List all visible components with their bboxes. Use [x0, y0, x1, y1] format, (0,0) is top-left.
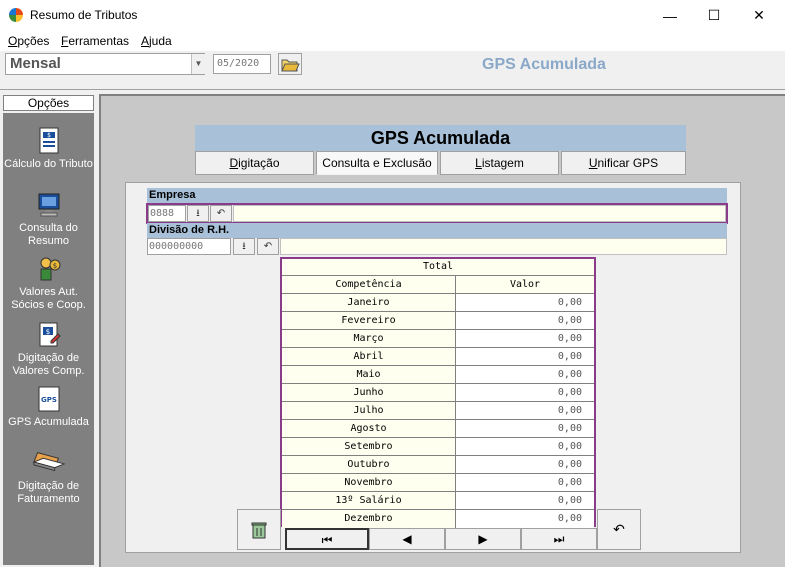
prev-record-button[interactable]: ◀ — [369, 528, 445, 550]
col-competencia-header: Competência — [282, 276, 456, 293]
delete-button[interactable] — [237, 509, 281, 550]
chevron-down-icon[interactable]: ▼ — [191, 54, 205, 74]
undo-button[interactable]: ↶ — [597, 509, 641, 550]
last-record-button[interactable]: ⏭ — [521, 528, 597, 550]
period-date-field[interactable]: 05/2020 — [213, 54, 271, 74]
download-icon: ⭳ — [242, 241, 246, 252]
table-row[interactable]: Novembro 0,00 — [282, 474, 594, 492]
menu-ferramentas[interactable]: Ferramentas — [61, 34, 129, 48]
tab-digitacao[interactable]: Digitação — [195, 151, 314, 175]
menu-opcoes[interactable]: Opções — [8, 34, 49, 48]
next-icon: ▶ — [478, 532, 488, 546]
undo-icon: ↶ — [216, 208, 226, 219]
svg-text:$: $ — [45, 328, 49, 336]
svg-text:GPS: GPS — [41, 396, 57, 404]
empresa-download-button[interactable]: ⭳ — [187, 205, 209, 222]
maximize-icon: ☐ — [707, 7, 721, 23]
minimize-button[interactable]: — — [647, 0, 693, 31]
table-row[interactable]: 13º Salário 0,00 — [282, 492, 594, 510]
prev-icon: ◀ — [402, 532, 412, 546]
undo-icon: ↶ — [613, 521, 625, 537]
svg-text:$: $ — [47, 132, 51, 139]
folder-open-icon — [281, 59, 300, 72]
maximize-button[interactable]: ☐ — [691, 0, 737, 31]
laptop-icon — [31, 452, 66, 472]
window-title: Resumo de Tributos — [30, 8, 138, 22]
sidebar: $ Cálculo do Tributo Consulta do Resumo … — [3, 113, 94, 565]
divisao-label: Divisão de R.H. — [147, 223, 727, 238]
table-row[interactable]: Maio 0,00 — [282, 366, 594, 384]
menu-ajuda[interactable]: Ajuda — [141, 34, 172, 48]
app-icon — [9, 8, 23, 22]
sidebar-item-faturamento[interactable]: Digitação de Faturamento — [3, 449, 94, 506]
empresa-code-field[interactable]: 0888 — [148, 205, 186, 222]
table-row[interactable]: Julho 0,00 — [282, 402, 594, 420]
grid-total-label: Total — [282, 259, 594, 276]
svg-text:$: $ — [52, 262, 56, 270]
next-record-button[interactable]: ▶ — [445, 528, 521, 550]
col-valor-header: Valor — [456, 276, 594, 293]
table-row[interactable]: Abril 0,00 — [282, 348, 594, 366]
tab-listagem[interactable]: Listagem — [440, 151, 559, 175]
edit-doc-icon: $ — [39, 322, 61, 347]
sidebar-item-consulta[interactable]: Consulta do Resumo — [3, 191, 94, 248]
period-select[interactable]: Mensal — [5, 53, 205, 75]
trash-icon — [251, 522, 267, 538]
empresa-label: Empresa — [147, 188, 727, 203]
calculator-doc-icon: $ — [39, 127, 58, 154]
table-row[interactable]: Setembro 0,00 — [282, 438, 594, 456]
computer-icon — [38, 193, 59, 217]
divisao-name-field[interactable] — [280, 238, 727, 255]
table-row[interactable]: Janeiro 0,00 — [282, 294, 594, 312]
close-icon: ✕ — [753, 7, 765, 23]
divisao-download-button[interactable]: ⭳ — [233, 238, 255, 255]
table-row[interactable]: Junho 0,00 — [282, 384, 594, 402]
tab-consulta-exclusao[interactable]: Consulta e Exclusão — [316, 151, 438, 175]
undo-icon: ↶ — [263, 241, 273, 252]
first-record-button[interactable]: ⏮ — [285, 528, 369, 550]
last-icon: ⏭ — [553, 532, 565, 546]
sidebar-item-gps-acumulada[interactable]: GPS GPS Acumulada — [3, 385, 94, 429]
gps-doc-icon: GPS — [38, 386, 59, 412]
divisao-code-field[interactable]: 000000000 — [147, 238, 231, 255]
grid-header-row: Competência Valor — [282, 276, 594, 294]
download-icon: ⭳ — [196, 208, 200, 219]
close-button[interactable]: ✕ — [736, 0, 782, 31]
open-folder-button[interactable] — [278, 53, 302, 75]
sidebar-item-digitacao-valores[interactable]: $ Digitação de Valores Comp. — [3, 321, 94, 378]
gps-grid: Total Competência Valor Janeiro 0,00 Feve… — [280, 257, 596, 528]
table-row[interactable]: Dezembro 0,00 — [282, 510, 594, 528]
page-title: GPS Acumulada — [195, 125, 686, 151]
empresa-name-field[interactable] — [233, 205, 726, 222]
money-person-icon: $ — [40, 257, 60, 281]
table-row[interactable]: Fevereiro 0,00 — [282, 312, 594, 330]
first-icon: ⏮ — [321, 533, 333, 547]
table-row[interactable]: Outubro 0,00 — [282, 456, 594, 474]
sidebar-item-valores-aut[interactable]: $ Valores Aut. Sócios e Coop. — [3, 255, 94, 312]
sidebar-header: Opções — [3, 95, 94, 111]
table-row[interactable]: Março 0,00 — [282, 330, 594, 348]
toolbar-title: GPS Acumulada — [482, 56, 606, 73]
table-row[interactable]: Agosto 0,00 — [282, 420, 594, 438]
empresa-undo-button[interactable]: ↶ — [210, 205, 232, 222]
tab-unificar-gps[interactable]: Unificar GPS — [561, 151, 686, 175]
sidebar-item-calculo[interactable]: $ Cálculo do Tributo — [3, 127, 94, 171]
divisao-undo-button[interactable]: ↶ — [257, 238, 279, 255]
minimize-icon: — — [663, 7, 677, 24]
